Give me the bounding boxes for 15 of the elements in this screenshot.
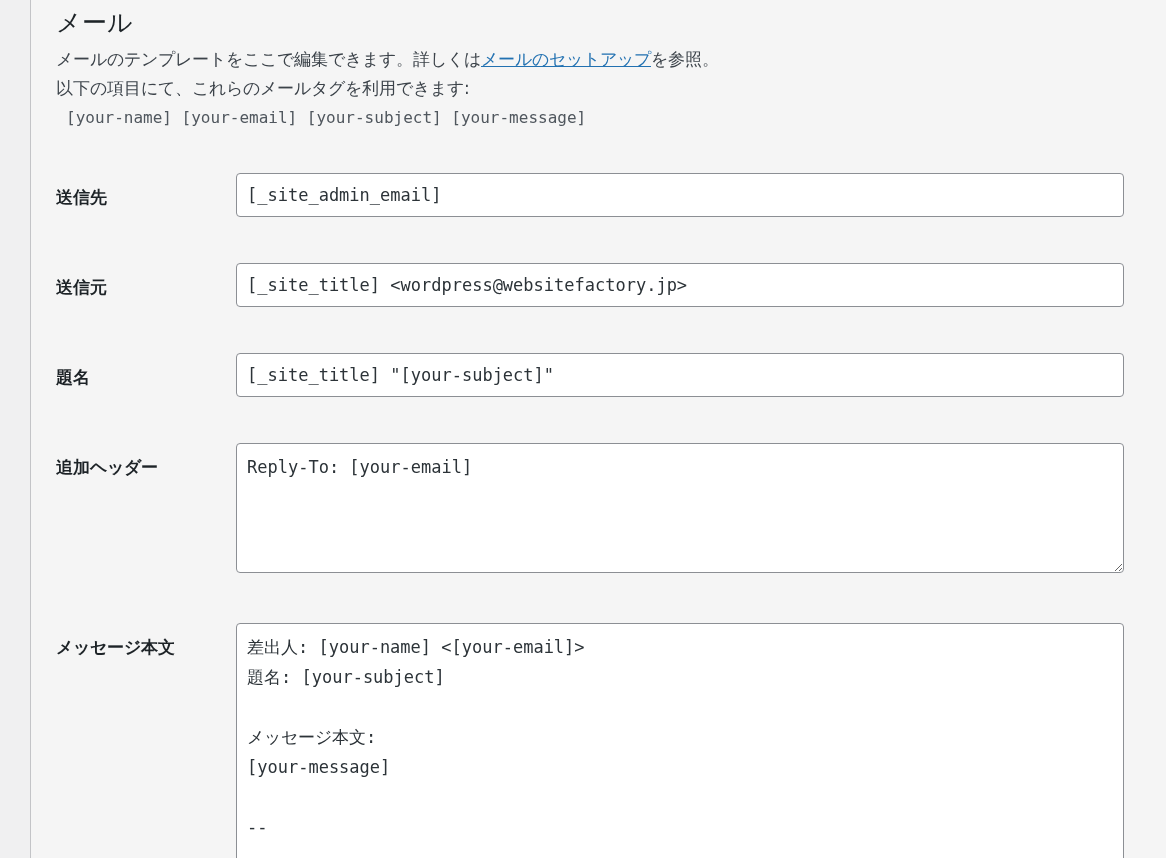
field-label: メッセージ本文 — [56, 636, 176, 659]
section-title: メール — [56, 7, 134, 39]
text-input-field[interactable]: [_site_title] <wordpress@websitefactory.jp> — [236, 263, 1124, 307]
mail-tags-text: [your-name] [your-email] [your-subject] [your-message] — [66, 107, 588, 129]
tags-intro-text: 以下の項目にて、これらのメールタグを利用できます: — [56, 77, 471, 100]
description-text: メールのテンプレートをここで編集できます。詳しくはメールのセットアップを参照。 — [56, 48, 720, 71]
textarea-field[interactable]: Reply-To: [your-email] — [236, 443, 1124, 573]
field-label: 追加ヘッダー — [56, 456, 159, 479]
mail-setup-link[interactable]: メールのセットアップ — [481, 49, 651, 69]
field-label: 送信元 — [56, 276, 108, 299]
field-label: 送信先 — [56, 186, 108, 209]
message-body-field[interactable]: 差出人: [your-name] <[your-email]> 題名: [your-subject] メッセージ本文: [your-message] -- — [236, 623, 1124, 858]
text-input-field[interactable]: [_site_admin_email] — [236, 173, 1124, 217]
text-input-field[interactable]: [_site_title] "[your-subject]" — [236, 353, 1124, 397]
field-label: 題名 — [56, 366, 91, 389]
